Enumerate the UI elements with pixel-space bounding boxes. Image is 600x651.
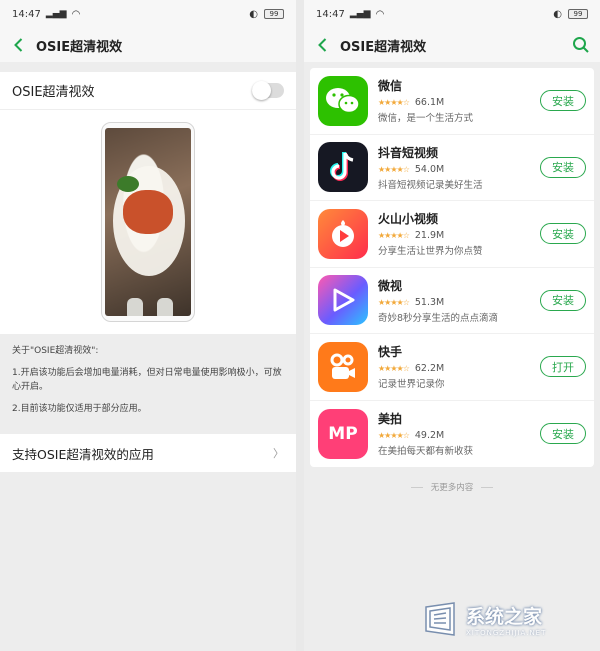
app-name: 微视 [378,278,403,293]
status-time: 14:47 [12,8,41,20]
download-count: 49.2M [414,430,445,442]
settings-card: OSIE超清视效 [0,72,296,334]
rating-stars: ★★★★☆ [378,164,410,174]
wifi-icon: ◠ [71,8,81,20]
signal-icon: ▂▄▆ [349,9,371,19]
app-desc: 记录世界记录你 [378,379,445,391]
install-button[interactable]: 安装 [540,289,586,311]
osie-toggle-label: OSIE超清视效 [12,85,95,100]
install-button[interactable]: 安装 [540,90,586,112]
app-row[interactable]: 微视 ★★★★☆ 51.3M 奇妙8秒分享生活的点点滴滴 安装 [310,268,594,334]
watermark: 系统之家 XITONGZHIJIA.NET [420,595,590,643]
app-desc: 奇妙8秒分享生活的点点滴滴 [378,312,499,324]
supported-apps-label: 支持OSIE超清视效的应用 [12,446,154,462]
watermark-logo-icon [425,602,455,636]
open-button[interactable]: 打开 [540,356,586,378]
install-button[interactable]: 安装 [540,223,586,245]
status-time: 14:47 [316,8,345,20]
phone-preview-image [101,122,195,322]
app-row[interactable]: 火山小视频 ★★★★☆ 21.9M 分享生活让世界为你点赞 安装 [310,201,594,268]
chevron-right-icon: 〉 [273,447,284,460]
preview-area [0,110,296,334]
rating-stars: ★★★★☆ [378,297,410,307]
dnd-icon: ◐ [249,8,258,20]
app-row[interactable]: 微信 ★★★★☆ 66.1M 微信，是一个生活方式 安装 [310,68,594,135]
download-count: 21.9M [414,230,445,242]
rating-stars: ★★★★☆ [378,364,410,374]
watermark-text: 系统之家 [466,605,543,628]
douyin-icon [318,142,368,193]
app-desc: 在美拍每天都有新收获 [378,446,474,458]
list-footer: 无更多内容 [304,481,600,493]
app-list: 微信 ★★★★☆ 66.1M 微信，是一个生活方式 安装 抖音短视频 ★★★★☆ 5… [310,68,594,467]
rating-stars: ★★★★☆ [378,431,410,441]
status-bar: 14:47 ▂▄▆ ◠ ◐ 99 [304,0,600,28]
huoshan-icon [318,208,368,259]
info-line-1: 1.开启该功能后会增加电量消耗，但对日常电量使用影响极小，可放心开启。 [12,368,282,392]
screenshot-canvas: 14:47 ▂▄▆ ◠ ◐ 99 OSIE超清视效 OSIE超清视效 关于"OS… [0,0,600,651]
app-desc: 分享生活让世界为你点赞 [378,246,483,258]
supported-apps-screen: 14:47 ▂▄▆ ◠ ◐ 99 OSIE超清视效 微信 ★★★★☆ 66.1M… [304,0,600,651]
osie-settings-screen: 14:47 ▂▄▆ ◠ ◐ 99 OSIE超清视效 OSIE超清视效 关于"OS… [0,0,296,651]
app-desc: 微信，是一个生活方式 [378,113,474,125]
title-bar: OSIE超清视效 [0,28,296,62]
search-icon[interactable] [572,36,590,54]
battery-icon: 99 [568,9,588,19]
app-name: 快手 [378,345,403,360]
info-section: 关于"OSIE超清视效": 1.开启该功能后会增加电量消耗，但对日常电量使用影响… [0,334,296,434]
app-name: 火山小视频 [378,212,439,227]
app-name: 抖音短视频 [378,145,439,160]
install-button[interactable]: 安装 [540,156,586,178]
rating-stars: ★★★★☆ [378,98,410,108]
osie-toggle-switch[interactable] [252,81,284,100]
food-photo [105,128,191,316]
app-row[interactable]: 抖音短视频 ★★★★☆ 54.0M 抖音短视频记录美好生活 安装 [310,135,594,201]
osie-toggle-row: OSIE超清视效 [0,72,296,110]
app-row[interactable]: MP 美拍 ★★★★☆ 49.2M 在美拍每天都有新收获 安装 [310,401,594,468]
weishi-icon [318,275,368,326]
app-desc: 抖音短视频记录美好生活 [378,179,483,191]
dnd-icon: ◐ [553,8,562,20]
title-bar: OSIE超清视效 [304,28,600,62]
download-count: 66.1M [414,97,445,109]
back-arrow-icon[interactable] [10,37,26,53]
meipai-icon: MP [318,408,368,459]
watermark-subtext: XITONGZHIJIA.NET [466,628,547,637]
battery-icon: 99 [264,9,284,19]
install-button[interactable]: 安装 [540,423,586,445]
wifi-icon: ◠ [375,8,385,20]
status-bar: 14:47 ▂▄▆ ◠ ◐ 99 [0,0,296,28]
download-count: 54.0M [414,163,445,175]
signal-icon: ▂▄▆ [45,9,67,19]
kuaishou-icon [318,341,368,392]
info-line-2: 2.目前该功能仅适用于部分应用。 [12,404,147,414]
app-row[interactable]: 快手 ★★★★☆ 62.2M 记录世界记录你 打开 [310,334,594,401]
page-title: OSIE超清视效 [36,39,123,55]
back-arrow-icon[interactable] [314,37,330,53]
page-title: OSIE超清视效 [340,39,427,55]
info-heading: 关于"OSIE超清视效": [12,346,99,356]
rating-stars: ★★★★☆ [378,231,410,241]
app-name: 美拍 [378,412,403,427]
supported-apps-row[interactable]: 支持OSIE超清视效的应用 〉 [0,434,296,472]
no-more-content-text: 无更多内容 [430,483,474,493]
app-name: 微信 [378,79,403,94]
download-count: 51.3M [414,296,445,308]
wechat-icon [318,75,368,126]
svg-text:MP: MP [328,424,357,444]
download-count: 62.2M [414,363,445,375]
